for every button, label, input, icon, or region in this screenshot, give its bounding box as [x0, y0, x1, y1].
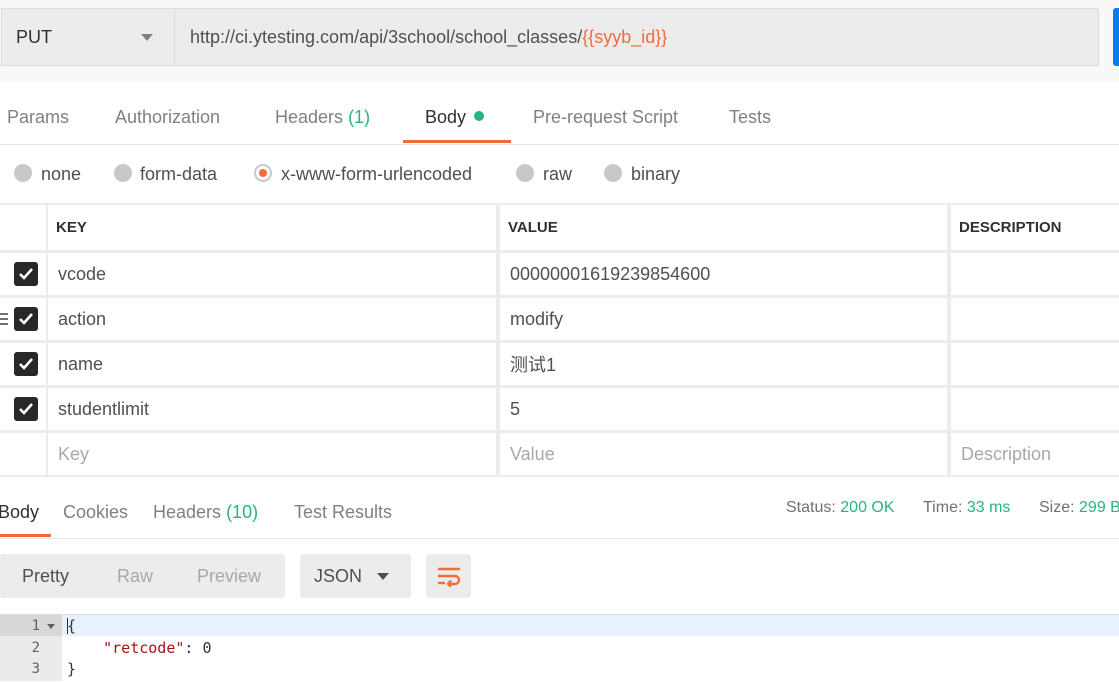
row-description-input[interactable]	[951, 253, 1119, 295]
size-value: 299 B	[1079, 499, 1119, 516]
url-path: http://ci.ytesting.com/api/3school/schoo…	[190, 27, 583, 47]
line-number: 2	[31, 640, 40, 656]
radio-x-www-form-urlencoded[interactable]	[254, 164, 272, 182]
chevron-down-icon	[141, 34, 153, 41]
chevron-down-icon	[377, 573, 389, 580]
response-size: Size: 299 B	[1039, 499, 1119, 517]
response-tab-headers[interactable]: Headers (10)	[153, 502, 258, 523]
time-label: Time:	[923, 499, 963, 516]
url-variable: {{syyb_id}}	[582, 27, 668, 47]
header-check-cell	[0, 205, 46, 250]
body-type-options: none form-data x-www-form-urlencoded raw…	[0, 158, 1119, 194]
text-wrap-icon	[438, 567, 461, 587]
request-tabs: Params Authorization Headers (1) Body Pr…	[0, 100, 1119, 145]
new-row-check-cell	[0, 433, 46, 475]
check-icon	[19, 403, 33, 415]
row-value-input[interactable]: 5	[500, 388, 947, 430]
tab-body[interactable]: Body	[425, 107, 485, 128]
row-checkbox[interactable]	[14, 262, 38, 286]
new-key-input[interactable]: Key	[48, 433, 496, 475]
time-value: 33 ms	[966, 499, 1011, 516]
params-table: KEY VALUE DESCRIPTION vcode 000000016192…	[0, 203, 1119, 477]
row-description-input[interactable]	[951, 388, 1119, 430]
column-header-key: KEY	[48, 205, 496, 250]
radio-none-label[interactable]: none	[41, 164, 81, 185]
view-preview-button[interactable]: Preview	[197, 566, 261, 587]
drag-handle-icon[interactable]	[0, 313, 8, 328]
column-header-description: DESCRIPTION	[951, 205, 1119, 250]
column-header-value: VALUE	[500, 205, 947, 250]
row-key-input[interactable]: action	[48, 298, 496, 340]
row-key-input[interactable]: studentlimit	[48, 388, 496, 430]
response-tab-test-results[interactable]: Test Results	[294, 502, 392, 523]
radio-form-data-label[interactable]: form-data	[140, 164, 217, 185]
response-status: Status: 200 OK	[786, 499, 895, 517]
response-tab-headers-label: Headers	[153, 502, 222, 522]
view-pretty-button[interactable]: Pretty	[22, 566, 69, 587]
row-key-input[interactable]: vcode	[48, 253, 496, 295]
format-label: JSON	[314, 566, 363, 586]
table-row-check-cell	[0, 388, 46, 430]
tab-headers-label: Headers	[275, 107, 344, 127]
radio-form-data[interactable]	[114, 164, 132, 182]
row-value-input[interactable]: 00000001619239854600	[500, 253, 947, 295]
check-icon	[19, 358, 33, 370]
tab-params[interactable]: Params	[7, 107, 69, 128]
new-value-input[interactable]: Value	[500, 433, 947, 475]
row-description-input[interactable]	[951, 298, 1119, 340]
response-tabs: Body Cookies Headers (10) Test Results S…	[0, 490, 1119, 539]
row-value-input[interactable]: 测试1	[500, 343, 947, 385]
table-row-check-cell	[0, 343, 46, 385]
response-tab-headers-count: (10)	[226, 502, 259, 522]
status-label: Status:	[786, 499, 836, 516]
table-row-check-cell	[0, 253, 46, 295]
json-value: : 0	[184, 639, 212, 657]
active-line-highlight	[62, 615, 1119, 636]
body-active-dot-icon	[474, 111, 485, 121]
row-checkbox[interactable]	[14, 397, 38, 421]
code-line: }	[67, 660, 77, 678]
row-key-input[interactable]: name	[48, 343, 496, 385]
tab-authorization[interactable]: Authorization	[115, 107, 220, 128]
radio-x-www-form-urlencoded-label[interactable]: x-www-form-urlencoded	[281, 164, 472, 185]
view-raw-button[interactable]: Raw	[117, 566, 153, 587]
new-description-input[interactable]: Description	[951, 433, 1119, 475]
url-text: http://ci.ytesting.com/api/3school/schoo…	[190, 27, 667, 48]
row-checkbox[interactable]	[14, 352, 38, 376]
code-line: {	[67, 617, 77, 635]
line-number: 1	[31, 618, 40, 634]
response-tab-cookies[interactable]: Cookies	[63, 502, 128, 523]
tab-headers-count: (1)	[348, 107, 371, 127]
response-time: Time: 33 ms	[923, 499, 1010, 517]
fold-chevron-icon[interactable]	[47, 624, 55, 629]
radio-binary-label[interactable]: binary	[631, 164, 680, 185]
size-label: Size:	[1039, 499, 1075, 516]
line-number: 3	[31, 661, 40, 677]
row-value-input[interactable]: modify	[500, 298, 947, 340]
tab-headers[interactable]: Headers (1)	[275, 107, 370, 128]
tab-pre-request-script[interactable]: Pre-request Script	[533, 107, 678, 128]
check-icon	[19, 313, 33, 325]
radio-raw[interactable]	[516, 164, 534, 182]
radio-none[interactable]	[14, 164, 32, 182]
radio-raw-label[interactable]: raw	[543, 164, 572, 185]
active-tab-indicator	[403, 140, 511, 143]
tab-tests[interactable]: Tests	[729, 107, 771, 128]
send-button[interactable]	[1113, 8, 1119, 66]
table-row-check-cell	[0, 298, 46, 340]
tab-body-label: Body	[425, 107, 467, 127]
response-tab-body[interactable]: Body	[0, 502, 39, 523]
view-mode-group: Pretty Raw Preview	[0, 554, 285, 598]
wrap-lines-button[interactable]	[426, 554, 471, 598]
check-icon	[19, 268, 33, 280]
row-description-input[interactable]	[951, 343, 1119, 385]
method-label: PUT	[16, 27, 52, 47]
code-line: "retcode": 0	[67, 639, 212, 657]
status-value: 200 OK	[840, 499, 895, 516]
radio-binary[interactable]	[604, 164, 622, 182]
row-checkbox[interactable]	[14, 307, 38, 331]
json-key: "retcode"	[103, 639, 185, 657]
response-active-tab-indicator	[0, 534, 51, 537]
